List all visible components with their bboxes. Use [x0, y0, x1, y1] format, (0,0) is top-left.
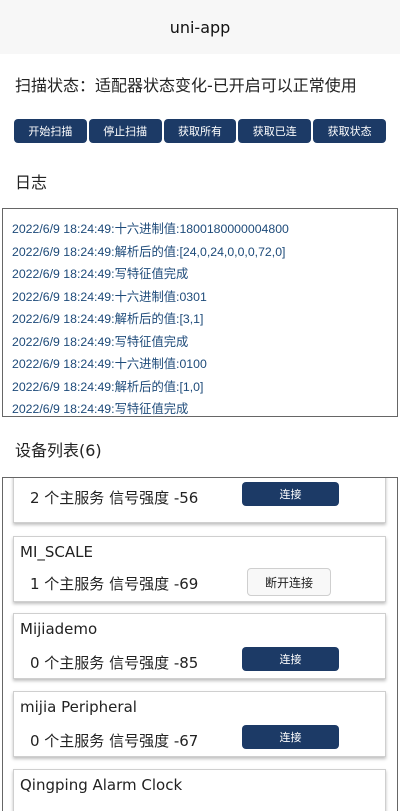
- connect-button[interactable]: 连接: [242, 725, 339, 749]
- log-line: 2022/6/9 18:24:49:十六进制值:0301: [12, 289, 207, 304]
- log-line: 2022/6/9 18:24:49:写特征值完成: [12, 402, 189, 416]
- device-list[interactable]: 2 个主服务 信号强度 -56 连接 MI_SCALE 1 个主服务 信号强度 …: [2, 477, 398, 811]
- device-card: 2 个主服务 信号强度 -56 连接: [13, 478, 386, 523]
- device-card: mijia Peripheral 0 个主服务 信号强度 -67 连接: [13, 691, 386, 757]
- device-info: 1 个主服务 信号强度 -69: [30, 575, 199, 593]
- get-all-button[interactable]: 获取所有: [163, 119, 237, 143]
- device-name: MI_SCALE: [20, 543, 93, 561]
- device-card: MI_SCALE 1 个主服务 信号强度 -69 断开连接: [13, 536, 386, 602]
- device-name: mijia Peripheral: [20, 698, 137, 716]
- device-list-title: 设备列表(6): [15, 441, 102, 460]
- get-connected-button[interactable]: 获取已连: [238, 119, 312, 143]
- log-title: 日志: [15, 173, 48, 192]
- log-line: 2022/6/9 18:24:49:写特征值完成: [12, 267, 189, 281]
- navbar: uni-app: [0, 0, 400, 54]
- device-name: Mijiademo: [20, 620, 98, 638]
- device-info: 0 个主服务 信号强度 -67: [30, 732, 199, 750]
- navbar-title: uni-app: [169, 17, 231, 37]
- log-panel[interactable]: 2022/6/9 18:24:49:十六进制值:1800180000004800…: [2, 208, 398, 417]
- device-info: 2 个主服务 信号强度 -56: [30, 489, 199, 507]
- device-card: Mijiademo 0 个主服务 信号强度 -85 连接: [13, 613, 386, 679]
- action-buttons: 开始扫描 停止扫描 获取所有 获取已连 获取状态: [14, 119, 386, 143]
- log-line: 2022/6/9 18:24:49:十六进制值:1800180000004800: [12, 222, 289, 236]
- connect-button[interactable]: 连接: [242, 482, 339, 506]
- start-scan-button[interactable]: 开始扫描: [14, 119, 87, 143]
- log-line: 2022/6/9 18:24:49:解析后的值:[24,0,24,0,0,0,7…: [12, 244, 286, 259]
- device-card: Qingping Alarm Clock: [13, 769, 386, 811]
- log-line: 2022/6/9 18:24:49:解析后的值:[1,0]: [12, 379, 204, 394]
- stop-scan-button[interactable]: 停止扫描: [88, 119, 162, 143]
- log-line: 2022/6/9 18:24:49:解析后的值:[3,1]: [12, 312, 204, 326]
- log-line: 2022/6/9 18:24:49:写特征值完成: [12, 334, 189, 349]
- log-line: 2022/6/9 18:24:49:十六进制值:0100: [12, 357, 207, 371]
- get-status-button[interactable]: 获取状态: [313, 119, 386, 143]
- disconnect-button[interactable]: 断开连接: [247, 568, 331, 596]
- device-info: 0 个主服务 信号强度 -85: [30, 654, 199, 672]
- scan-status-text: 扫描状态：适配器状态变化-已开启可以正常使用: [15, 76, 357, 95]
- device-name: Qingping Alarm Clock: [20, 776, 183, 794]
- connect-button[interactable]: 连接: [242, 647, 339, 671]
